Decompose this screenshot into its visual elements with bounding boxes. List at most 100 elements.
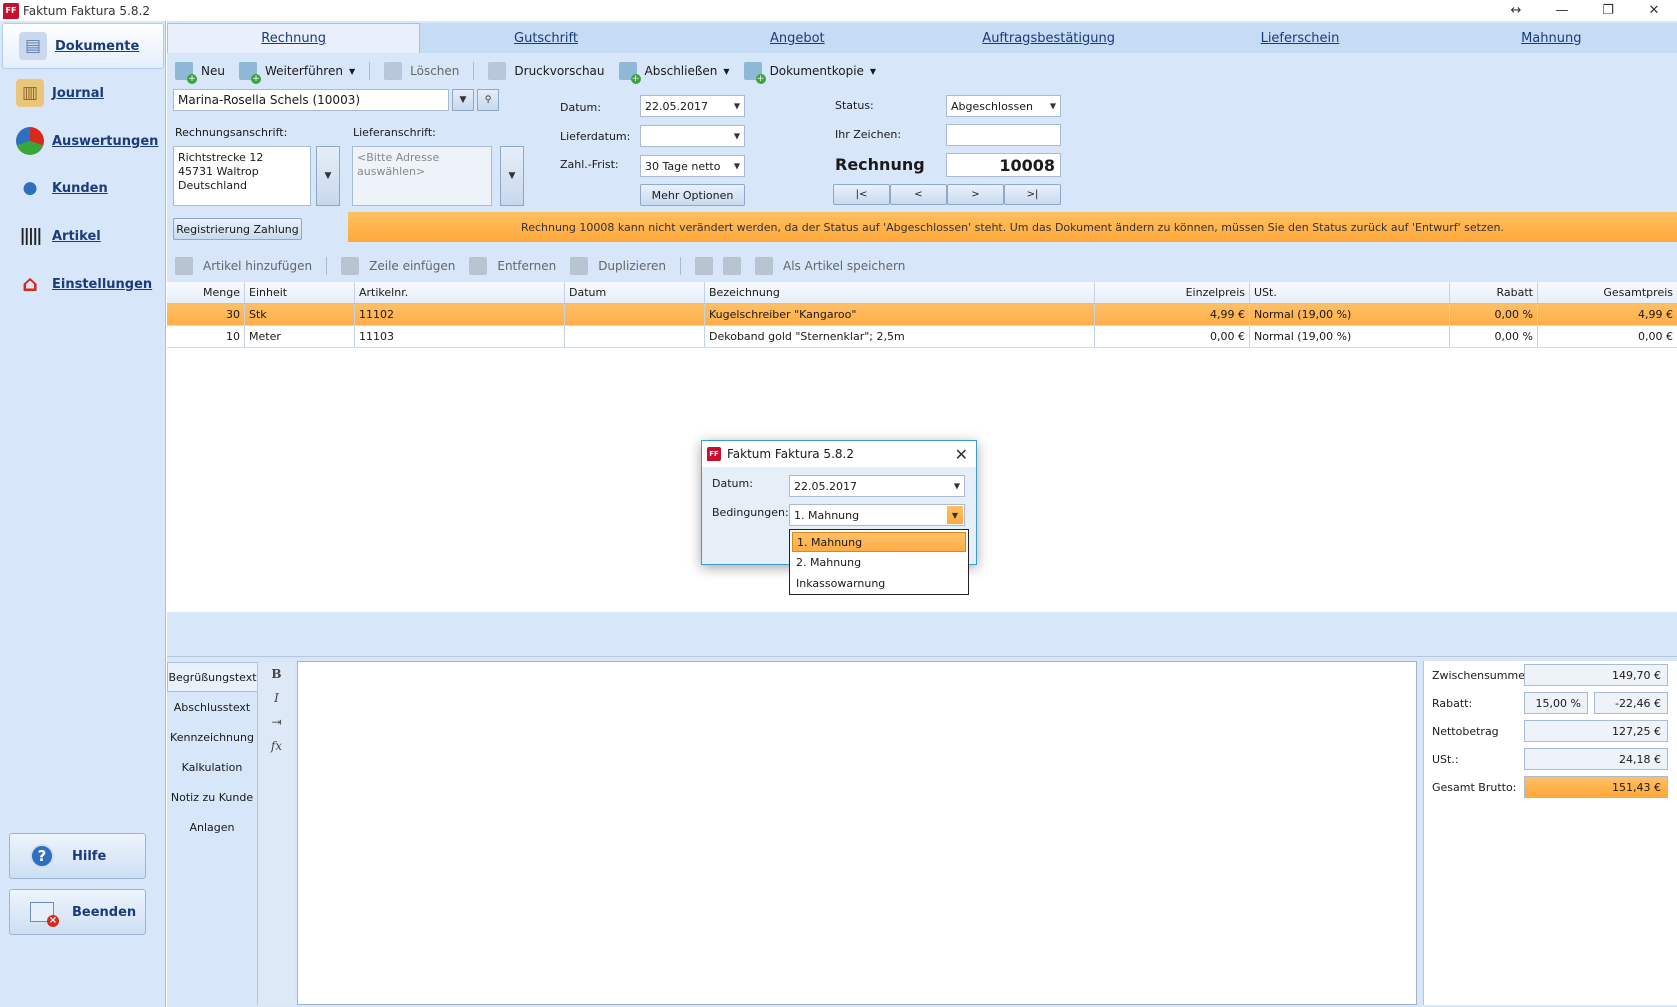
customer-dropdown-button[interactable]: ▼	[452, 89, 474, 111]
bold-button[interactable]: B	[258, 662, 295, 686]
document-toolbar: Neu Weiterführen ▼ Löschen Druckvorschau…	[167, 56, 1677, 86]
dropdown-option[interactable]: 1. Mahnung	[792, 532, 966, 552]
register-payment-button[interactable]: Registrierung Zahlung	[173, 218, 302, 240]
chevron-down-icon[interactable]: ▼	[947, 506, 963, 524]
dialog-date-field[interactable]: 22.05.2017 ▼	[789, 475, 965, 497]
tab-rechnung[interactable]: Rechnung	[167, 23, 421, 53]
status-select[interactable]: Abgeschlossen ▼	[946, 95, 1061, 117]
move-up-icon[interactable]	[695, 257, 713, 275]
customer-value: Marina-Rosella Schels (10003)	[178, 93, 361, 107]
column-header[interactable]: Datum	[565, 282, 705, 303]
tab-angebot[interactable]: Angebot	[672, 23, 923, 53]
column-header[interactable]: Menge	[167, 282, 245, 303]
chevron-down-icon: ▼	[733, 161, 740, 171]
tab-attachments[interactable]: Anlagen	[167, 812, 257, 842]
print-preview-button[interactable]: Druckvorschau	[488, 62, 605, 80]
table-row[interactable]: 10 Meter 11103 Dekoband gold "Sternenkla…	[167, 326, 1677, 348]
more-options-button[interactable]: Mehr Optionen	[640, 184, 745, 206]
delivery-date-field[interactable]: ▼	[640, 125, 745, 147]
add-article-icon	[175, 257, 193, 275]
formula-button[interactable]: fx	[258, 734, 295, 758]
chevron-down-icon: ▼	[869, 66, 877, 76]
add-article-button[interactable]: Artikel hinzufügen	[175, 257, 312, 275]
table-row[interactable]: 30 Stk 11102 Kugelschreiber "Kangaroo" 4…	[167, 304, 1677, 326]
discount-percent-field: 15,00 %	[1524, 692, 1588, 714]
italic-button[interactable]: I	[258, 686, 295, 710]
finish-button[interactable]: Abschließen ▼	[618, 62, 730, 84]
subtotal-label: Zwischensumme:	[1432, 669, 1529, 682]
house-gear-icon: ⌂	[22, 271, 38, 297]
tab-lieferschein[interactable]: Lieferschein	[1174, 23, 1425, 53]
tab-marking[interactable]: Kennzeichnung	[167, 722, 257, 752]
nav-next-button[interactable]: >	[947, 184, 1004, 205]
column-header[interactable]: Bezeichnung	[705, 282, 1095, 303]
tab-customer-note[interactable]: Notiz zu Kunde	[167, 782, 257, 812]
nav-prev-button[interactable]: <	[890, 184, 947, 205]
continue-icon	[238, 62, 261, 84]
tab-closing-text[interactable]: Abschlusstext	[167, 692, 257, 722]
delivery-address-dropdown-button[interactable]: ▼	[500, 146, 524, 206]
date-value: 22.05.2017	[645, 99, 708, 113]
document-type-label: Rechnung	[835, 155, 925, 174]
exit-icon	[30, 902, 59, 927]
restore-button[interactable]: ❐	[1585, 0, 1631, 21]
nav-item-journal[interactable]: ▥ Journal	[0, 70, 166, 116]
dropdown-option[interactable]: 2. Mahnung	[790, 552, 968, 573]
column-header[interactable]: Einzelpreis	[1095, 282, 1250, 303]
save-as-article-button[interactable]: Als Artikel speichern	[755, 257, 905, 275]
nav-item-artikel[interactable]: ||||| Artikel	[0, 213, 166, 259]
remove-row-button[interactable]: Entfernen	[469, 257, 556, 275]
discount-amount-value: -22,46 €	[1594, 692, 1668, 714]
dropdown-option[interactable]: Inkassowarnung	[790, 573, 968, 594]
nav-item-einstellungen[interactable]: ⌂ Einstellungen	[0, 261, 166, 307]
nav-item-auswertungen[interactable]: Auswertungen	[0, 118, 166, 164]
billing-address-dropdown-button[interactable]: ▼	[316, 146, 340, 206]
duplicate-row-button[interactable]: Duplizieren	[570, 257, 666, 275]
tab-auftragsbestaetigung[interactable]: Auftragsbestätigung	[923, 23, 1174, 53]
table-cell: 0,00 €	[1638, 330, 1673, 343]
tab-gutschrift[interactable]: Gutschrift	[420, 23, 671, 53]
insert-row-button[interactable]: Zeile einfügen	[341, 257, 455, 275]
dialog-close-icon[interactable]: ✕	[955, 445, 968, 464]
minimize-button[interactable]: —	[1539, 0, 1585, 21]
tab-mahnung[interactable]: Mahnung	[1426, 23, 1677, 53]
column-header[interactable]: Gesamtpreis	[1538, 282, 1677, 303]
column-header[interactable]: Artikelnr.	[355, 282, 565, 303]
table-cell: Dekoband gold "Sternenklar"; 2,5m	[705, 326, 1095, 347]
document-number-field: 10008	[946, 153, 1061, 177]
status-warning-banner: Rechnung 10008 kann nicht verändert werd…	[348, 212, 1677, 242]
dialog-conditions-select[interactable]: 1. Mahnung ▼	[789, 504, 965, 526]
indent-button[interactable]: ⇥	[258, 710, 295, 734]
column-header[interactable]: USt.	[1250, 282, 1450, 303]
customer-select[interactable]: Marina-Rosella Schels (10003)	[173, 89, 449, 111]
pie-chart-icon	[16, 127, 44, 155]
column-header[interactable]: Rabatt	[1450, 282, 1538, 303]
continue-button[interactable]: Weiterführen ▼	[238, 62, 355, 84]
delivery-address-field[interactable]: <Bitte Adresse auswählen>	[352, 146, 492, 206]
resize-icon[interactable]: ↔	[1493, 0, 1539, 21]
nav-last-button[interactable]: >|	[1004, 184, 1061, 205]
table-cell: Normal (19,00 %)	[1250, 304, 1450, 325]
text-editor[interactable]	[297, 661, 1417, 1005]
row-toolbar: Artikel hinzufügen Zeile einfügen Entfer…	[167, 251, 1677, 281]
delete-button[interactable]: Löschen	[384, 62, 459, 80]
tab-calculation[interactable]: Kalkulation	[167, 752, 257, 782]
column-header[interactable]: Einheit	[245, 282, 355, 303]
reference-field[interactable]	[946, 124, 1061, 146]
customer-link-icon[interactable]: ⚲	[477, 89, 499, 111]
help-button[interactable]: ? Hilfe	[9, 833, 146, 879]
document-copy-button[interactable]: Dokumentkopie ▼	[743, 62, 877, 84]
nav-item-kunden[interactable]: ● Kunden	[0, 165, 166, 211]
billing-address-field[interactable]: Richtstrecke 12 45731 Waltrop Deutschlan…	[173, 146, 311, 206]
tab-greeting-text[interactable]: Begrüßungstext	[167, 662, 257, 692]
chevron-down-icon: ▼	[733, 101, 740, 111]
new-button[interactable]: Neu	[175, 62, 225, 84]
format-toolbar: B I ⇥ fx	[257, 662, 295, 1005]
payment-term-field[interactable]: 30 Tage netto ▼	[640, 155, 745, 177]
nav-first-button[interactable]: |<	[833, 184, 890, 205]
move-down-icon[interactable]	[723, 257, 741, 275]
close-button[interactable]: ✕	[1631, 0, 1677, 21]
nav-item-dokumente[interactable]: ▤ Dokumente	[2, 23, 164, 69]
exit-button[interactable]: Beenden	[9, 889, 146, 935]
date-field[interactable]: 22.05.2017 ▼	[640, 95, 745, 117]
